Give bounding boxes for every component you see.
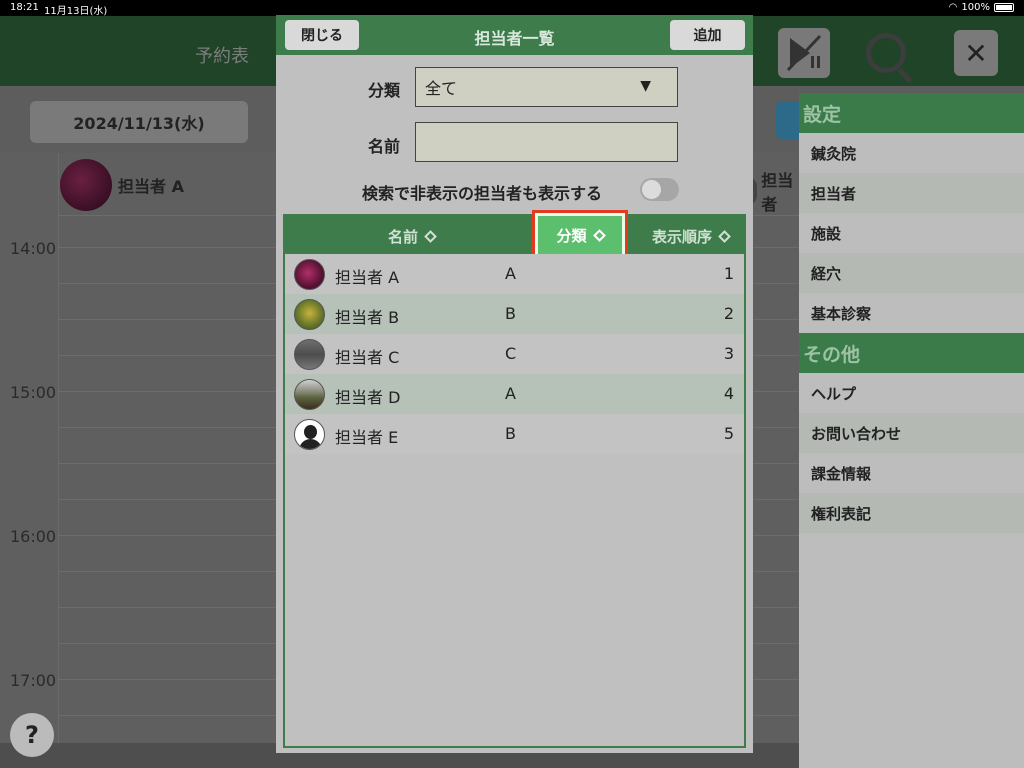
section-settings: 設定: [799, 93, 1024, 133]
settings-menu: 設定 鍼灸院 担当者 施設 経穴 基本診察 その他 ヘルプ お問い合わせ 課金情…: [799, 93, 1024, 768]
help-button[interactable]: ?: [10, 713, 54, 757]
column-category-label: 分類: [556, 226, 587, 245]
row-order: 5: [723, 424, 734, 443]
column-header-name[interactable]: 名前: [388, 226, 437, 247]
modal-header: 担当者一覧 閉じる 追加: [276, 15, 753, 55]
battery-icon: [994, 3, 1014, 12]
status-bar: 18:21 11月13日(水) ◠ 100%: [0, 0, 1024, 17]
close-button[interactable]: 閉じる: [285, 20, 359, 50]
wifi-icon: ◠: [948, 2, 958, 13]
staff-avatar: [60, 159, 112, 211]
column-order-label: 表示順序: [652, 228, 713, 246]
sort-icon: [592, 228, 606, 242]
user-search-icon[interactable]: [860, 28, 912, 78]
row-category: A: [505, 264, 516, 283]
column-header-order[interactable]: 表示順序: [652, 226, 731, 247]
app-title: 予約表: [195, 46, 249, 67]
sort-icon: [424, 230, 437, 243]
row-order: 4: [723, 384, 734, 403]
status-right: ◠ 100%: [949, 2, 1014, 13]
show-hidden-toggle[interactable]: [640, 178, 679, 201]
staff-avatar: [294, 299, 325, 330]
category-select[interactable]: 全て ▼: [415, 67, 678, 107]
staff-avatar: [294, 339, 325, 370]
search-tab[interactable]: [776, 101, 800, 139]
row-name: 担当者 C: [335, 348, 400, 367]
row-order: 2: [723, 304, 734, 323]
avatar-body: [299, 439, 322, 449]
time-label: 14:00: [10, 239, 57, 258]
column-header-category[interactable]: 分類: [532, 210, 628, 260]
default-avatar-icon: [294, 419, 325, 450]
date-button[interactable]: 2024/11/13(水): [30, 101, 248, 143]
table-row[interactable]: 担当者 B B 2: [285, 294, 744, 334]
staff-avatar: [294, 379, 325, 410]
close-icon[interactable]: ✕: [954, 30, 998, 76]
grid-divider: [58, 153, 59, 743]
row-category: A: [505, 384, 516, 403]
time-label: 15:00: [10, 383, 57, 402]
staff-name: 担当者: [761, 171, 794, 214]
menu-item-help[interactable]: ヘルプ: [799, 373, 1024, 413]
name-input[interactable]: [415, 122, 678, 162]
play-pause-icon[interactable]: [778, 28, 830, 78]
time-label: 17:00: [10, 671, 57, 690]
staff-avatar: [294, 259, 325, 290]
category-value: 全て: [425, 79, 458, 98]
category-label: 分類: [367, 81, 400, 100]
menu-item-clinic[interactable]: 鍼灸院: [799, 133, 1024, 173]
row-name: 担当者 B: [335, 308, 400, 327]
menu-item-acupoint[interactable]: 経穴: [799, 253, 1024, 293]
table-row[interactable]: 担当者 C C 3: [285, 334, 744, 374]
dropdown-arrow-icon: ▼: [640, 78, 651, 94]
menu-item-contact[interactable]: お問い合わせ: [799, 413, 1024, 453]
menu-item-basic-exam[interactable]: 基本診察: [799, 293, 1024, 333]
row-name: 担当者 A: [335, 268, 400, 287]
table-row[interactable]: 担当者 D A 4: [285, 374, 744, 414]
avatar-head: [304, 425, 317, 439]
play-pause-glyph: [786, 34, 822, 72]
show-hidden-label: 検索で非表示の担当者も表示する: [361, 184, 602, 203]
staff-header-a: 担当者 A: [60, 159, 184, 211]
row-order: 3: [723, 344, 734, 363]
row-order: 1: [723, 264, 734, 283]
battery-percent: 100%: [961, 2, 990, 13]
add-button[interactable]: 追加: [670, 20, 745, 50]
user-circle: [866, 33, 906, 73]
row-category: B: [505, 304, 516, 323]
toggle-knob: [642, 180, 661, 199]
column-name-label: 名前: [388, 228, 419, 246]
table-row[interactable]: 担当者 A A 1: [285, 254, 744, 294]
menu-item-facility[interactable]: 施設: [799, 213, 1024, 253]
staff-list-modal: 担当者一覧 閉じる 追加 分類 全て ▼ 名前 検索で非表示の担当者も表示する …: [276, 15, 753, 753]
staff-table: 名前 分類 表示順序 担当者 A A 1 担当者 B B 2 担当者 C C 3: [283, 210, 746, 748]
row-name: 担当者 D: [335, 388, 401, 407]
menu-item-license[interactable]: 権利表記: [799, 493, 1024, 533]
status-date: 11月13日(水): [44, 6, 108, 17]
staff-name: 担当者 A: [118, 177, 184, 196]
table-row[interactable]: 担当者 E B 5: [285, 414, 744, 454]
row-name: 担当者 E: [335, 428, 399, 447]
sort-icon: [718, 230, 731, 243]
section-other: その他: [799, 333, 1024, 373]
staff-header-b: 担当者: [746, 167, 800, 215]
table-header: 名前 分類 表示順序: [285, 210, 744, 260]
menu-item-billing[interactable]: 課金情報: [799, 453, 1024, 493]
name-label: 名前: [367, 137, 400, 156]
menu-item-staff[interactable]: 担当者: [799, 173, 1024, 213]
row-category: C: [505, 344, 517, 363]
status-time: 18:21: [10, 2, 39, 13]
time-label: 16:00: [10, 527, 57, 546]
row-category: B: [505, 424, 516, 443]
